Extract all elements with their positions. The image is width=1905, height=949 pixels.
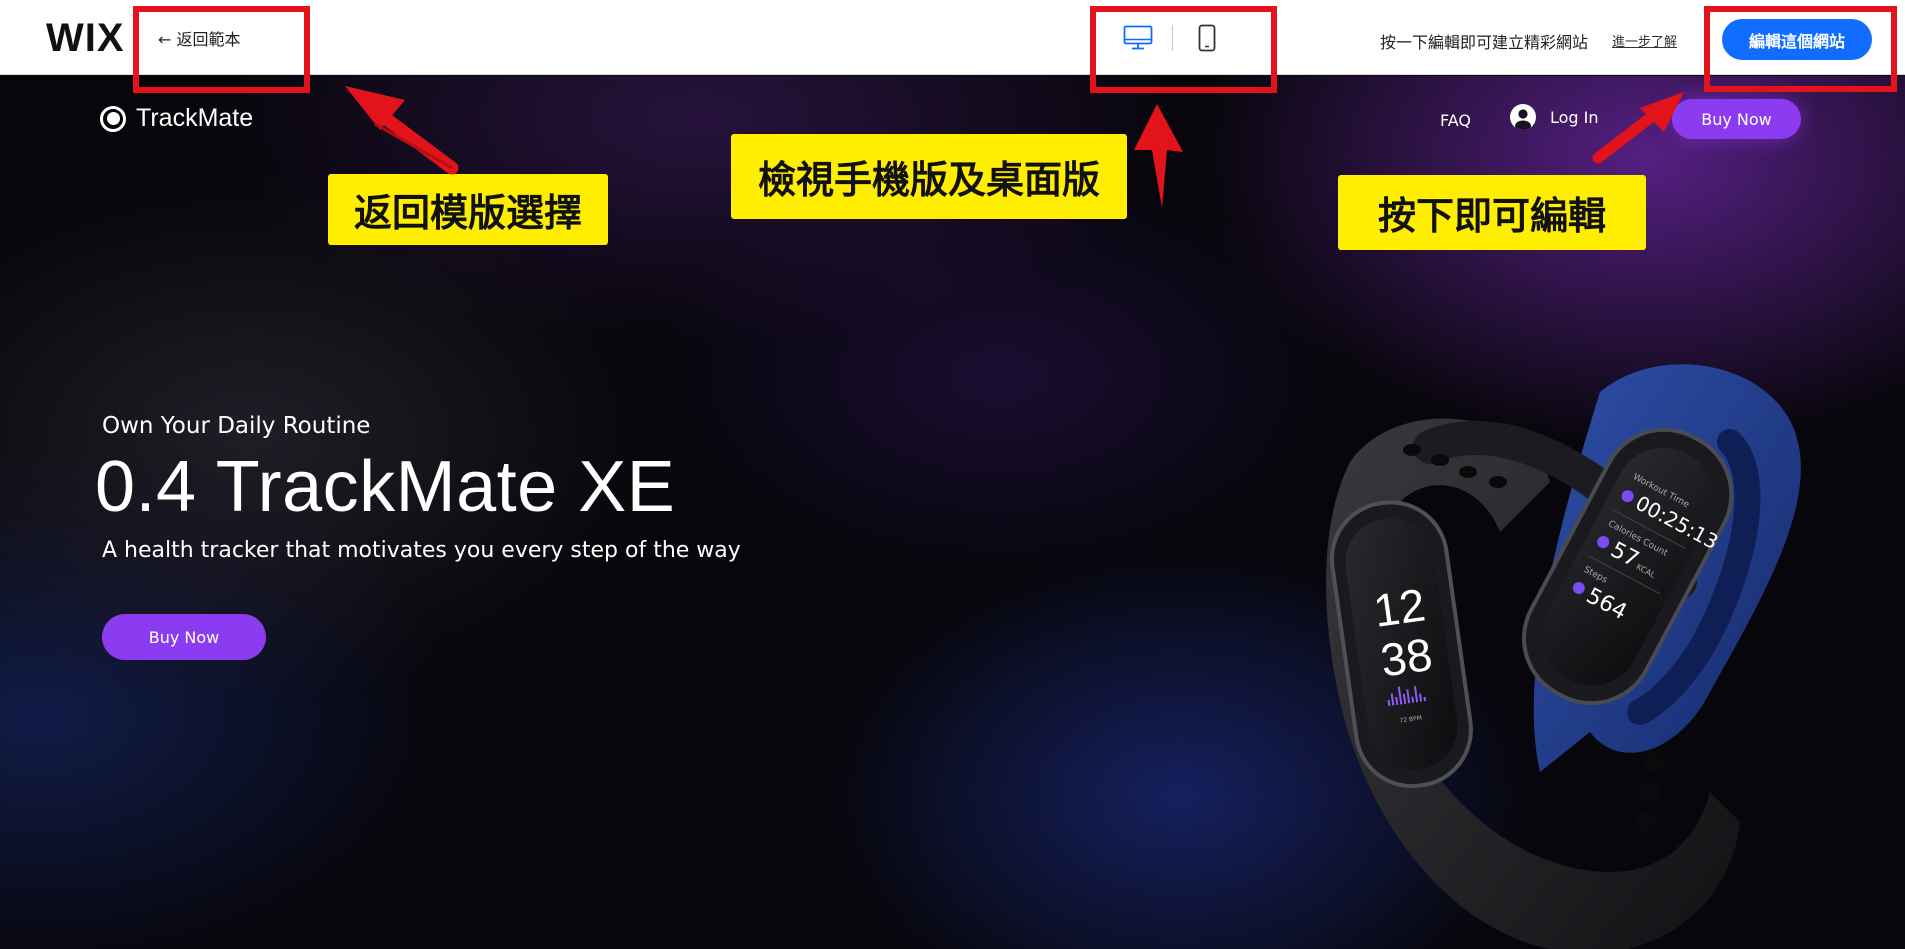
device-callout: 檢視手機版及桌面版 [731, 134, 1127, 219]
hero-subtitle: A health tracker that motivates you ever… [102, 538, 741, 563]
wix-tagline: 按一下編輯即可建立精彩網站 [1380, 33, 1589, 52]
hero-kicker: Own Your Daily Routine [102, 413, 371, 439]
back-callout: 返回模版選擇 [328, 174, 608, 245]
back-link-highlight [133, 6, 310, 93]
clock-minute: 38 [1377, 628, 1435, 687]
login-button[interactable]: Log In [1510, 104, 1599, 130]
edit-button-highlight [1704, 6, 1897, 92]
fitness-band-image: Workout Time 00:25:13 Calories Count 57 … [1326, 364, 1801, 949]
hero-buy-now-button[interactable]: Buy Now [102, 614, 266, 660]
nav-faq-link[interactable]: FAQ [1440, 111, 1471, 130]
nav-buy-now-button[interactable]: Buy Now [1672, 99, 1801, 139]
site-logo-text: TrackMate [136, 104, 254, 132]
device-toggle-highlight [1090, 6, 1277, 93]
page: WIX ← 返回範本 按一下編輯即可建立精彩網站 進一步了解 編輯這個網站 Tr… [0, 0, 1905, 949]
hero-title: 0.4 TrackMate XE [95, 447, 676, 527]
learn-more-link[interactable]: 進一步了解 [1612, 31, 1677, 50]
login-label: Log In [1550, 107, 1599, 127]
wix-logo: WIX [46, 16, 125, 60]
user-avatar-icon [1510, 104, 1536, 130]
logo-ring-icon [100, 105, 126, 132]
edit-callout: 按下即可編輯 [1338, 175, 1646, 250]
site-logo[interactable]: TrackMate [100, 104, 253, 133]
